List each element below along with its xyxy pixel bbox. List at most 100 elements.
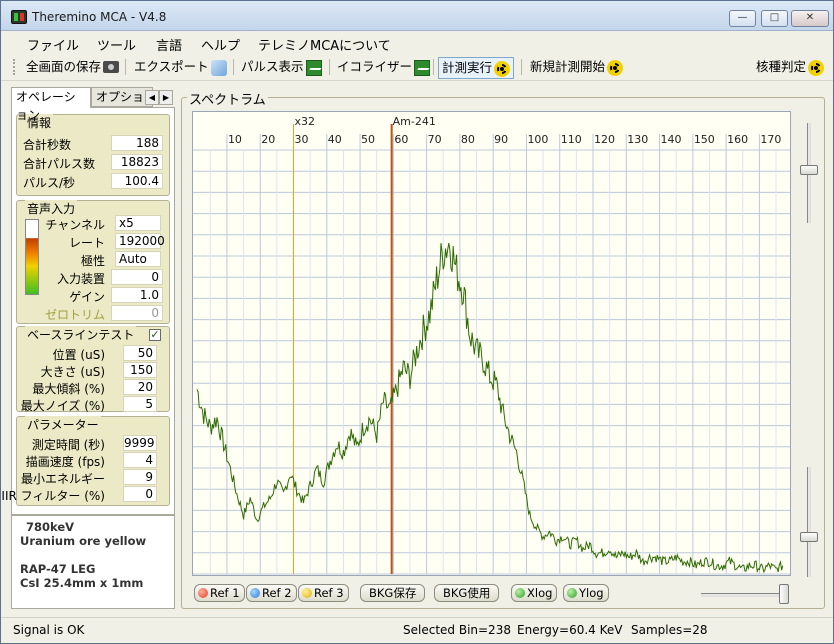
tab-options[interactable]: オプション <box>91 87 153 122</box>
note-line: RAP-47 LEG <box>20 562 96 576</box>
spectrum-chart-svg[interactable]: 10 20 30 40 50 60 70 80 90 100 110 120 130 140 150 160 1… <box>193 112 790 575</box>
ref1-button[interactable]: Ref 1 <box>194 584 245 602</box>
total-pulses-row: 合計パルス数 18823 <box>17 154 171 171</box>
polarity-select[interactable]: Auto <box>115 251 161 267</box>
menu-file[interactable]: ファイル <box>27 35 79 54</box>
max-slope-field[interactable]: 20 <box>123 379 157 395</box>
x-tick-label: 100 <box>527 133 548 146</box>
ref2-button[interactable]: Ref 2 <box>246 584 297 602</box>
input-device-field[interactable]: 0 <box>111 269 163 285</box>
meas-time-label: 測定時間 (秒) <box>31 438 105 452</box>
save-all-label: 全画面の保存 <box>26 59 102 74</box>
note-line: Uranium ore yellow <box>20 534 147 548</box>
export-button[interactable]: エクスポート <box>131 57 230 79</box>
operation-tab-page: 情報 合計秒数 188 合計パルス数 18823 パルス/秒 100.4 音声入… <box>1 107 175 515</box>
bkg-save-button[interactable]: BKG保存 <box>360 584 426 602</box>
channel-select[interactable]: x5 <box>115 215 161 231</box>
audio-input-group: 音声入力 チャンネル x5 レート 192000 極性 Auto 入力装置 0 <box>16 200 170 324</box>
x-tick-label: 10 <box>228 133 242 146</box>
size-field[interactable]: 150 <box>123 362 157 378</box>
spectrum-plot[interactable]: 10 20 30 40 50 60 70 80 90 100 110 120 130 140 150 160 1… <box>192 111 791 576</box>
min-energy-field[interactable]: 9 <box>123 469 157 485</box>
x-tick-label: 30 <box>295 133 309 146</box>
nuclide-id-button[interactable]: 核種判定 <box>753 57 827 79</box>
total-pulses-field: 18823 <box>111 154 163 170</box>
x-tick-label: 70 <box>428 133 442 146</box>
vertical-offset-track[interactable] <box>807 467 811 577</box>
horizontal-zoom-thumb[interactable] <box>779 584 789 604</box>
total-pulses-label: 合計パルス数 <box>23 157 96 171</box>
baseline-test-checkbox[interactable]: ✓ <box>149 329 161 341</box>
tab-prev-button[interactable]: ◀ <box>145 90 159 105</box>
info-group: 情報 合計秒数 188 合計パルス数 18823 パルス/秒 100.4 <box>16 114 170 196</box>
gain-field[interactable]: 1.0 <box>111 287 163 303</box>
energy-marker-label: x32 <box>295 115 316 128</box>
minimize-button[interactable]: — <box>729 10 756 27</box>
status-bar: Signal is OK Selected Bin=238 Energy=60.… <box>1 617 833 643</box>
max-slope-label: 最大傾斜 (%) <box>32 382 105 396</box>
pulse-display-button[interactable]: パルス表示 <box>238 57 325 79</box>
size-row: 大きさ (uS) 150 <box>17 362 171 379</box>
x-tick-label: 120 <box>594 133 615 146</box>
x-tick-label: 60 <box>394 133 408 146</box>
size-label: 大きさ (uS) <box>40 365 105 379</box>
x-tick-label: 150 <box>694 133 715 146</box>
baseline-test-group: ベースラインテスト ✓ 位置 (uS) 50 大きさ (uS) 150 最大傾斜… <box>16 326 171 413</box>
ref2-led-icon <box>250 588 260 598</box>
toolbar: 全画面の保存 エクスポート パルス表示 イコライザー 計測実行 新規計測開始 核… <box>1 53 833 81</box>
position-field[interactable]: 50 <box>123 345 157 361</box>
draw-speed-field[interactable]: 4 <box>123 452 157 468</box>
note-line: 780keV <box>26 520 75 534</box>
rate-select[interactable]: 192000 <box>115 233 165 249</box>
toolbar-separator <box>521 59 522 75</box>
toolbar-grip[interactable] <box>13 59 16 75</box>
x-tick-label: 130 <box>627 133 648 146</box>
vertical-zoom-thumb[interactable] <box>800 165 818 175</box>
tab-next-button[interactable]: ▶ <box>159 90 173 105</box>
ylog-button[interactable]: Ylog <box>563 584 609 602</box>
iir-filter-label: IIR フィルター (%) <box>1 489 105 503</box>
ref2-label: Ref 2 <box>262 586 292 600</box>
tab-operation[interactable]: オペレーション <box>11 87 91 122</box>
x-tick-label: 90 <box>494 133 508 146</box>
polarity-row: 極性 Auto <box>17 251 171 268</box>
max-noise-field[interactable]: 5 <box>123 396 157 412</box>
x-tick-label: 170 <box>760 133 781 146</box>
xlog-button[interactable]: Xlog <box>511 584 558 602</box>
energy-marker-label: Am-241 <box>393 115 436 128</box>
iir-filter-field[interactable]: 0 <box>123 486 157 502</box>
zero-trim-label: ゼロトリム <box>44 308 105 322</box>
pulse-wave-icon <box>305 59 322 76</box>
new-measurement-button[interactable]: 新規計測開始 <box>527 57 626 79</box>
xlog-label: Xlog <box>527 586 553 600</box>
meas-time-field[interactable]: 9999 <box>123 435 157 451</box>
save-all-button[interactable]: 全画面の保存 <box>23 57 122 79</box>
iir-filter-row: IIR フィルター (%) 0 <box>1 486 171 503</box>
draw-speed-row: 描画速度 (fps) 4 <box>17 452 171 469</box>
ref3-button[interactable]: Ref 3 <box>298 584 349 602</box>
plot-background <box>193 112 790 575</box>
min-energy-label: 最小エネルギー <box>20 472 105 486</box>
max-noise-row: 最大ノイズ (%) 5 <box>17 396 171 413</box>
x-tick-label: 140 <box>661 133 682 146</box>
menu-language[interactable]: 言語 <box>156 35 182 54</box>
ref1-label: Ref 1 <box>210 586 240 600</box>
vertical-offset-thumb[interactable] <box>800 532 818 542</box>
max-slope-row: 最大傾斜 (%) 20 <box>17 379 171 396</box>
zero-trim-field[interactable]: 0 <box>111 305 163 321</box>
equalizer-wave-icon <box>414 59 431 76</box>
max-noise-label: 最大ノイズ (%) <box>20 399 105 413</box>
theremino-app-icon <box>11 10 27 24</box>
maximize-button[interactable]: □ <box>761 10 788 27</box>
toolbar-separator <box>329 59 330 75</box>
notes-textbox[interactable]: 780keV Uranium ore yellow RAP-47 LEG CsI… <box>11 515 175 609</box>
horizontal-zoom-track[interactable] <box>701 593 789 597</box>
equalizer-button[interactable]: イコライザー <box>334 57 433 79</box>
menu-help[interactable]: ヘルプ <box>201 35 240 54</box>
rate-label: レート <box>68 236 105 250</box>
menu-tools[interactable]: ツール <box>97 35 136 54</box>
close-button[interactable]: ✕ <box>791 10 829 27</box>
run-measurement-button[interactable]: 計測実行 <box>438 57 515 79</box>
bkg-use-button[interactable]: BKG使用 <box>434 584 500 602</box>
menu-about[interactable]: テレミノMCAについて <box>258 35 391 54</box>
